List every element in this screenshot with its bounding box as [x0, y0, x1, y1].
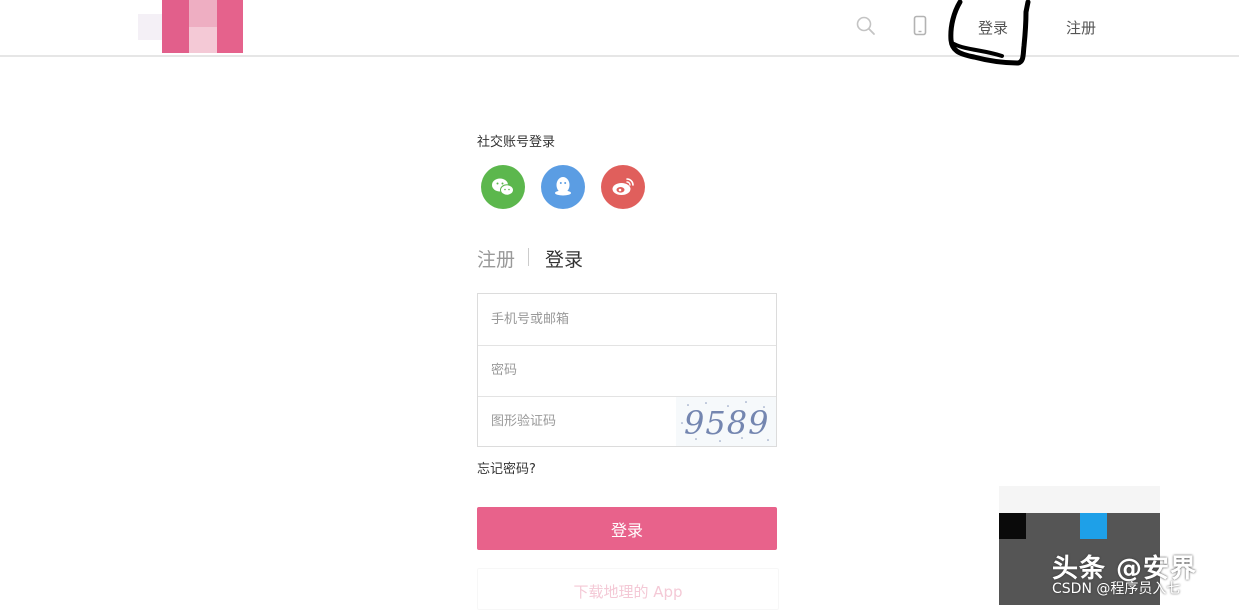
app-download-button[interactable]: 下载地理的 App	[477, 568, 779, 610]
nav-login-link[interactable]: 登录	[978, 17, 1008, 38]
phone-icon[interactable]	[913, 15, 927, 37]
login-submit-button[interactable]: 登录	[477, 507, 777, 550]
watermark-text-csdn: CSDN @程序员入七	[1052, 581, 1181, 597]
login-form: 9589	[477, 293, 777, 447]
logo-block	[189, 0, 217, 27]
password-input[interactable]	[478, 345, 776, 395]
logo-block	[217, 0, 243, 53]
search-icon[interactable]	[856, 16, 876, 36]
social-login-title: 社交账号登录	[477, 135, 556, 150]
weibo-login-button[interactable]	[601, 165, 645, 209]
watermark-block-black	[999, 513, 1026, 539]
watermark-block-blue	[1080, 513, 1107, 539]
nav-register-link[interactable]: 注册	[1066, 17, 1096, 38]
logo-block	[189, 27, 217, 53]
weibo-icon	[612, 178, 634, 195]
qq-login-button[interactable]	[541, 165, 585, 209]
tab-register[interactable]: 注册	[477, 245, 515, 272]
forgot-password-link[interactable]: 忘记密码?	[477, 458, 536, 477]
qq-icon	[555, 177, 571, 196]
tab-divider	[528, 248, 529, 266]
watermark-strip	[999, 486, 1160, 513]
logo-block	[162, 0, 189, 53]
site-logo[interactable]	[138, 0, 243, 53]
wechat-login-button[interactable]	[481, 165, 525, 209]
tab-login[interactable]: 登录	[545, 245, 583, 272]
captcha-image[interactable]: 9589	[676, 397, 776, 446]
captcha-code: 9589	[684, 404, 770, 442]
phone-email-input[interactable]	[478, 294, 776, 344]
logo-block	[138, 14, 162, 40]
top-header: 登录 注册	[0, 0, 1239, 57]
wechat-icon	[492, 178, 514, 196]
captcha-input[interactable]	[478, 396, 678, 446]
